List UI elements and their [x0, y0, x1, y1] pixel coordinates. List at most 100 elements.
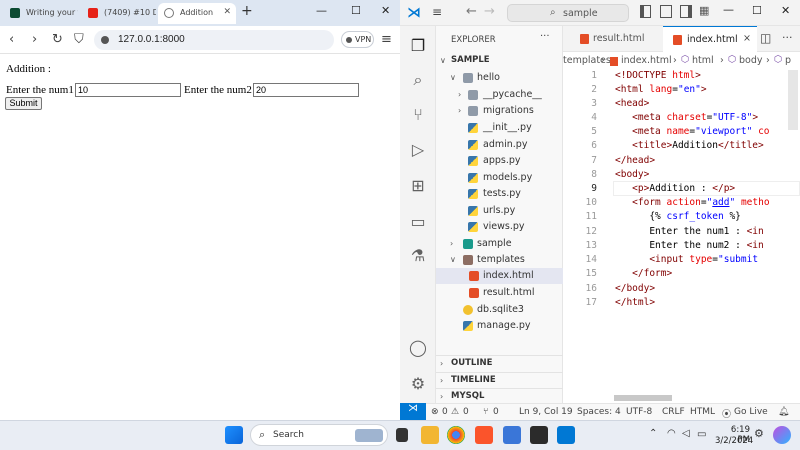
- reload-icon[interactable]: ↻: [52, 32, 63, 47]
- code-line[interactable]: <!DOCTYPE html>: [615, 70, 701, 81]
- toggle-secondary-sidebar-icon[interactable]: [680, 5, 692, 18]
- horizontal-scrollbar[interactable]: [614, 395, 672, 401]
- browser-tab-addition[interactable]: Addition ✕: [158, 3, 236, 24]
- code-line[interactable]: <body>: [615, 169, 649, 180]
- remote-explorer-icon[interactable]: ▭: [408, 212, 428, 232]
- code-line[interactable]: {% csrf_token %}: [615, 211, 741, 222]
- clock-date[interactable]: 3/2/2024: [715, 436, 753, 446]
- bookmark-icon[interactable]: ⛉: [74, 32, 84, 47]
- terminal-icon[interactable]: [530, 426, 548, 444]
- tree-file-db[interactable]: db.sqlite3: [436, 302, 563, 318]
- warnings-count[interactable]: 0: [463, 407, 469, 417]
- taskbar-search[interactable]: ⌕ Search: [250, 424, 388, 446]
- battery-icon[interactable]: ▭: [697, 429, 706, 440]
- menu-icon[interactable]: ≡: [381, 32, 392, 47]
- chevron-up-icon[interactable]: ⌃: [649, 428, 657, 439]
- breadcrumb-item[interactable]: p: [785, 55, 791, 66]
- command-center-search[interactable]: ⌕ sample: [507, 4, 629, 22]
- code-line[interactable]: </head>: [615, 155, 655, 166]
- tree-folder-sample[interactable]: › sample: [436, 236, 563, 252]
- tree-file-urls[interactable]: urls.py: [436, 203, 563, 219]
- tree-file-apps[interactable]: apps.py: [436, 153, 563, 169]
- code-line[interactable]: <meta charset="UTF-8">: [615, 112, 758, 123]
- timeline-section[interactable]: › TIMELINE: [436, 372, 563, 388]
- code-line[interactable]: <input type="submit: [615, 254, 758, 265]
- more-actions-icon[interactable]: ···: [782, 31, 793, 44]
- file-explorer-icon[interactable]: [421, 426, 439, 444]
- tree-file-init[interactable]: __init__.py: [436, 120, 563, 136]
- code-line[interactable]: <title>Addition</title>: [615, 140, 764, 151]
- code-line[interactable]: <html lang="en">: [615, 84, 707, 95]
- maximize-icon[interactable]: ☐: [351, 4, 361, 17]
- tree-file-tests[interactable]: tests.py: [436, 186, 563, 202]
- forward-icon[interactable]: ›: [32, 32, 37, 47]
- errors-count[interactable]: 0: [442, 407, 448, 417]
- nav-forward-icon[interactable]: →: [484, 4, 495, 19]
- breadcrumb-item[interactable]: body: [739, 55, 763, 66]
- tree-folder-migrations[interactable]: › migrations: [436, 103, 563, 119]
- outline-section[interactable]: › OUTLINE: [436, 355, 563, 371]
- back-icon[interactable]: ‹: [9, 32, 14, 47]
- customize-layout-icon[interactable]: ▦: [699, 4, 709, 17]
- notification-center-icon[interactable]: ⚙: [754, 427, 764, 440]
- project-root[interactable]: ∨ SAMPLE: [436, 53, 563, 69]
- tree-file-admin[interactable]: admin.py: [436, 137, 563, 153]
- breadcrumb-item[interactable]: index.html: [621, 55, 672, 66]
- menu-icon[interactable]: ≡: [432, 5, 442, 19]
- run-debug-icon[interactable]: ▷: [408, 140, 428, 160]
- errors-icon[interactable]: ⊗: [431, 407, 439, 417]
- task-view-icon[interactable]: [396, 428, 408, 442]
- code-line[interactable]: <head>: [615, 98, 649, 109]
- ports-icon[interactable]: ⑂: [483, 407, 488, 417]
- code-line[interactable]: <meta name="viewport" co: [615, 126, 769, 137]
- code-line[interactable]: </html>: [615, 297, 655, 308]
- code-line[interactable]: <p>Addition : </p>: [615, 183, 735, 194]
- language-mode[interactable]: HTML: [690, 407, 715, 417]
- settings-gear-icon[interactable]: ⚙: [408, 374, 428, 394]
- toggle-sidebar-icon[interactable]: [640, 5, 651, 18]
- tree-folder-pycache[interactable]: › __pycache__: [436, 87, 563, 103]
- minimap[interactable]: [788, 70, 798, 130]
- warnings-icon[interactable]: ⚠: [451, 407, 459, 417]
- close-tab-icon[interactable]: ✕: [223, 7, 231, 17]
- code-line[interactable]: Enter the num1 : <in: [615, 226, 763, 237]
- vpn-button[interactable]: VPN: [341, 31, 374, 48]
- tree-file-views[interactable]: views.py: [436, 219, 563, 235]
- code-line[interactable]: </body>: [615, 283, 655, 294]
- breadcrumb-item[interactable]: html: [692, 55, 714, 66]
- go-live-button[interactable]: Go Live: [734, 407, 768, 417]
- toggle-panel-icon[interactable]: [660, 5, 672, 18]
- notifications-bell-icon[interactable]: 🔔︎: [778, 407, 789, 417]
- browser-tab-youtube[interactable]: (7409) #10 Dj: [82, 3, 156, 24]
- num2-input[interactable]: [253, 83, 359, 97]
- split-editor-icon[interactable]: ◫: [760, 31, 771, 45]
- explorer-icon[interactable]: ❐: [408, 36, 428, 56]
- tree-folder-templates[interactable]: ∨ templates: [436, 252, 563, 268]
- num1-input[interactable]: [75, 83, 181, 97]
- wifi-icon[interactable]: ◠: [667, 428, 676, 439]
- tree-file-models[interactable]: models.py: [436, 170, 563, 186]
- nav-back-icon[interactable]: ←: [466, 4, 477, 19]
- site-info-icon[interactable]: [101, 36, 109, 44]
- cursor-position[interactable]: Ln 9, Col 19: [519, 407, 573, 417]
- testing-icon[interactable]: ⚗: [408, 246, 428, 266]
- code-line[interactable]: Enter the num2 : <in: [615, 240, 763, 251]
- tree-folder-hello[interactable]: ∨ hello: [436, 70, 563, 86]
- browser-tab-django-docs[interactable]: Writing your f: [4, 3, 78, 24]
- tab-result-html[interactable]: result.html: [563, 26, 663, 52]
- close-window-icon[interactable]: ✕: [781, 4, 790, 17]
- remote-indicator-icon[interactable]: ⋊: [400, 403, 426, 420]
- tree-file-result-html[interactable]: result.html: [436, 285, 563, 301]
- indentation[interactable]: Spaces: 4: [577, 407, 621, 417]
- microsoft-store-icon[interactable]: [503, 426, 521, 444]
- minimize-icon[interactable]: —: [316, 4, 327, 17]
- volume-icon[interactable]: ◁: [682, 428, 690, 439]
- tab-index-html[interactable]: index.html ×: [663, 26, 757, 52]
- new-tab-button[interactable]: +: [241, 3, 253, 19]
- vscode-taskbar-icon[interactable]: [557, 426, 575, 444]
- close-window-icon[interactable]: ✕: [381, 4, 390, 17]
- explorer-more-icon[interactable]: ···: [540, 31, 550, 42]
- accounts-icon[interactable]: ◯: [408, 338, 428, 358]
- search-icon[interactable]: ⌕: [408, 70, 428, 90]
- copilot-icon[interactable]: [773, 426, 791, 444]
